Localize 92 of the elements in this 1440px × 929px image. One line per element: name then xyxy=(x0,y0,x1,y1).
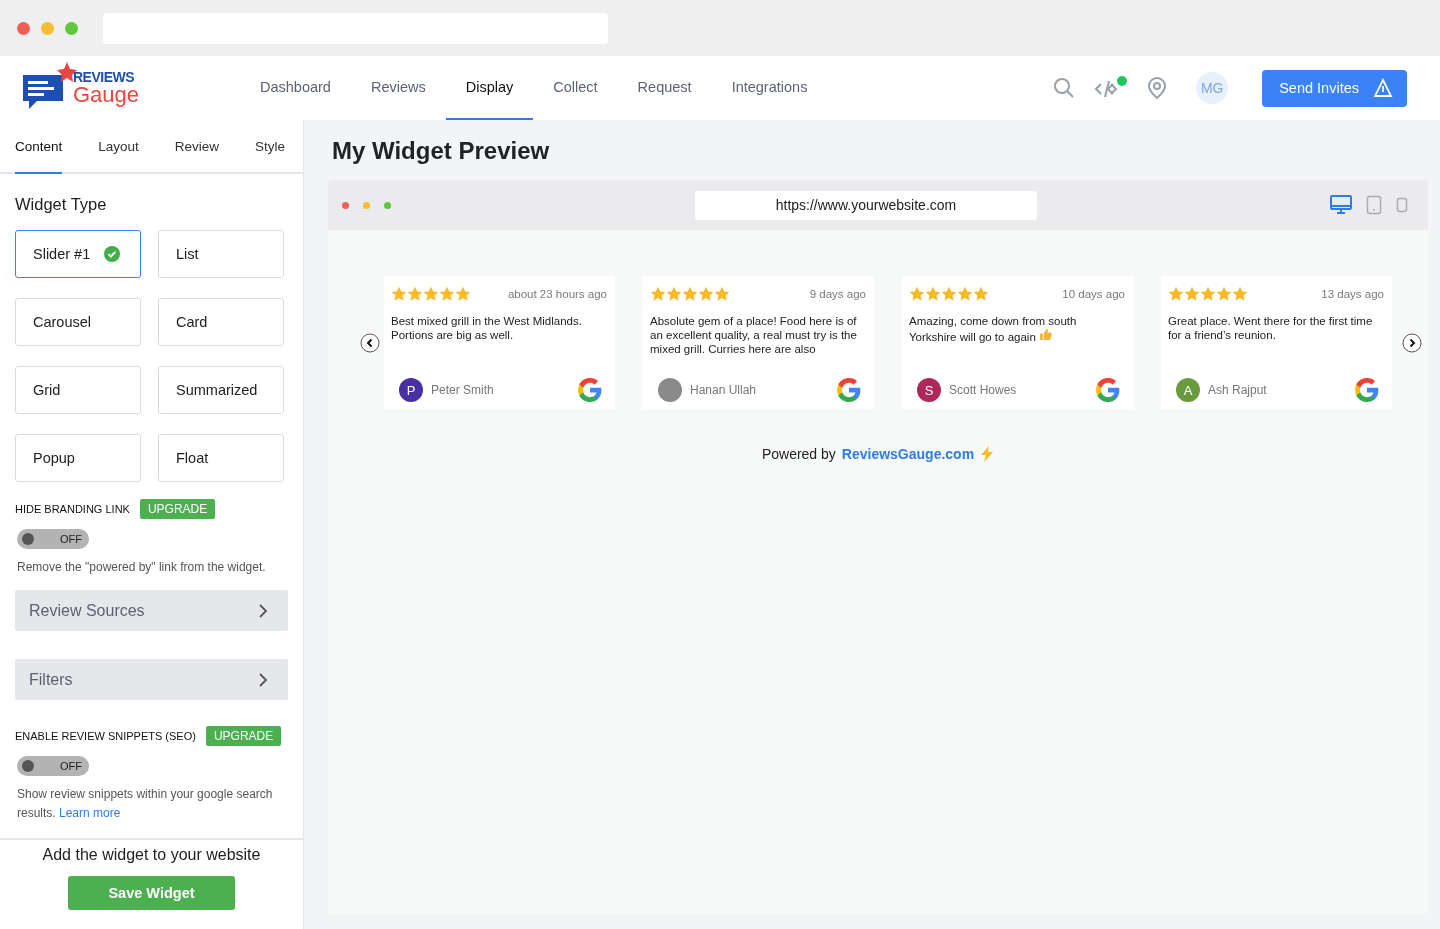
settings-tab[interactable]: Style xyxy=(254,120,285,174)
widget-type-option[interactable]: Summarized xyxy=(158,366,284,414)
star-icon xyxy=(957,286,973,302)
widget-type-option[interactable]: Grid xyxy=(15,366,141,414)
widget-type-option[interactable]: Carousel xyxy=(15,298,141,346)
review-text: Best mixed grill in the West Midlands. Portions are big as well. xyxy=(391,314,583,343)
nav-tab[interactable]: Collect xyxy=(533,56,618,120)
review-time: 10 days ago xyxy=(1062,288,1125,300)
star-icon xyxy=(1184,286,1200,302)
google-g-icon xyxy=(577,377,603,403)
widget-type-option[interactable]: Float xyxy=(158,434,284,482)
author-avatar: S xyxy=(917,378,941,402)
tablet-icon[interactable] xyxy=(1366,195,1382,215)
star-icon xyxy=(1216,286,1232,302)
reviewsgauge-link[interactable]: ReviewsGauge.com xyxy=(841,446,975,462)
author-name: Peter Smith xyxy=(431,383,494,397)
maximize-dot-icon xyxy=(384,201,391,209)
widget-type-option[interactable]: List xyxy=(158,230,284,278)
section-title: Widget Type xyxy=(15,195,108,214)
help-text: Remove the "powered by" link from the widget. xyxy=(17,559,267,576)
maximize-dot-icon[interactable] xyxy=(65,21,78,35)
star-icon xyxy=(1200,286,1216,302)
star-icon xyxy=(682,286,698,302)
star-icon xyxy=(909,286,925,302)
review-time: 13 days ago xyxy=(1321,288,1384,300)
widget-type-option[interactable]: Slider #1 xyxy=(15,230,141,278)
toggle-switch[interactable]: OFF xyxy=(17,529,89,549)
location-pin-icon[interactable] xyxy=(1146,76,1169,100)
phone-icon[interactable] xyxy=(1396,197,1408,213)
google-g-icon xyxy=(836,377,862,403)
thumbs-up-icon xyxy=(1039,328,1052,341)
star-icon xyxy=(455,286,471,302)
send-invites-button[interactable]: Send Invites xyxy=(1262,69,1407,107)
widget-type-option[interactable]: Popup xyxy=(15,434,141,482)
star-icon xyxy=(391,286,407,302)
powered-by-text: Powered by xyxy=(761,446,836,462)
nav-tab[interactable]: Request xyxy=(617,56,712,120)
option-label: HIDE BRANDING LINK xyxy=(15,503,130,515)
settings-tab[interactable]: Review xyxy=(174,120,219,174)
page-title: My Widget Preview xyxy=(332,137,551,165)
settings-tab[interactable]: Content xyxy=(15,120,63,174)
star-icon xyxy=(941,286,957,302)
google-g-icon xyxy=(1095,377,1121,403)
lightning-icon xyxy=(980,446,995,462)
review-time: about 23 hours ago xyxy=(507,288,607,300)
author-avatar: A xyxy=(1176,378,1200,402)
code-icon[interactable] xyxy=(1094,76,1129,100)
url-bar: https://www.yourwebsite.com xyxy=(695,190,1037,220)
chevron-right-icon xyxy=(258,671,268,688)
nav-tab[interactable]: Dashboard xyxy=(240,56,351,120)
author-avatar: P xyxy=(399,378,423,402)
author-name: Scott Howes xyxy=(949,383,1017,397)
author-name: Ash Rajput xyxy=(1208,383,1267,397)
star-icon xyxy=(423,286,439,302)
footer-title: Add the widget to your website xyxy=(42,846,261,864)
review-text: Amazing, come down from south Yorkshire will go to again xyxy=(909,314,1078,345)
google-g-icon xyxy=(1354,377,1380,403)
brand-name: REVIEWS xyxy=(73,70,136,84)
toggle-switch[interactable]: OFF xyxy=(17,756,89,776)
settings-tab[interactable]: Layout xyxy=(98,120,139,174)
review-text: Great place. Went there for the first time for a friend’s reunion. xyxy=(1168,314,1374,343)
minimize-dot-icon[interactable] xyxy=(41,21,54,35)
desktop-icon[interactable] xyxy=(1330,195,1352,215)
minimize-dot-icon xyxy=(363,201,370,209)
help-text: Show review snippets within your google search results. Learn more xyxy=(17,786,274,822)
nav-tab[interactable]: Integrations xyxy=(711,56,828,120)
star-icon xyxy=(439,286,455,302)
warning-triangle-icon xyxy=(1373,78,1393,98)
learn-more-link[interactable]: Learn more xyxy=(59,806,121,820)
star-icon xyxy=(1232,286,1248,302)
nav-tab[interactable]: Reviews xyxy=(350,56,446,120)
close-dot-icon[interactable] xyxy=(17,21,30,35)
star-icon xyxy=(925,286,941,302)
star-icon xyxy=(714,286,730,302)
check-circle-icon xyxy=(104,246,121,262)
option-label: ENABLE REVIEW SNIPPETS (SEO) xyxy=(15,730,196,742)
widget-type-option[interactable]: Card xyxy=(158,298,284,346)
star-icon xyxy=(407,286,423,302)
star-icon xyxy=(666,286,682,302)
close-dot-icon xyxy=(342,201,349,209)
star-icon xyxy=(1168,286,1184,302)
review-time: 9 days ago xyxy=(809,288,866,300)
star-icon xyxy=(650,286,666,302)
star-icon xyxy=(698,286,714,302)
review-text: Absolute gem of a place! Food here is of an excellent quality, a real must try is the mixed grill. Curries here are also xyxy=(650,314,858,357)
star-icon xyxy=(973,286,989,302)
accordion-header[interactable]: Filters xyxy=(15,659,288,700)
accordion-header[interactable]: Review Sources xyxy=(15,590,288,631)
brand-subname: Gauge xyxy=(73,84,140,106)
author-name: Hanan Ullah xyxy=(690,383,757,397)
nav-tab[interactable]: Display xyxy=(445,56,534,120)
chevron-right-icon xyxy=(258,602,268,619)
